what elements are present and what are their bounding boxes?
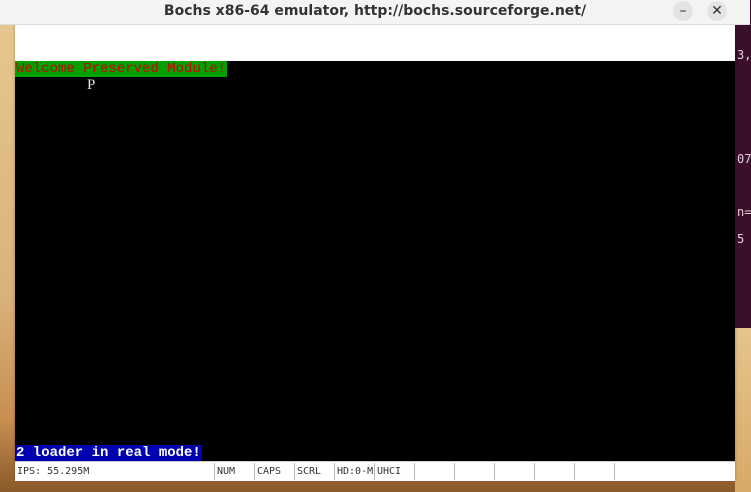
- status-cell-empty: [574, 463, 614, 480]
- welcome-message: Welcome Preserved Module!: [15, 61, 228, 77]
- ips-indicator: IPS: 55.295M: [17, 466, 90, 477]
- scroll-lock-indicator: SCRL: [294, 463, 334, 480]
- terminal-fragment: 5: [737, 232, 745, 246]
- emulator-screen[interactable]: Welcome Preserved Module! P 2 loader in …: [15, 61, 735, 461]
- status-cell-empty: [534, 463, 574, 480]
- hd-indicator: HD:0-M: [334, 463, 374, 480]
- desktop-wallpaper: [735, 328, 751, 492]
- status-bar: IPS: 55.295M NUM CAPS SCRL HD:0-M UHCI: [15, 461, 735, 481]
- num-lock-indicator: NUM: [214, 463, 254, 480]
- minimize-button[interactable]: –: [673, 1, 693, 21]
- caps-lock-indicator: CAPS: [254, 463, 294, 480]
- status-cell-empty: [414, 463, 454, 480]
- toolbar: [15, 25, 735, 62]
- status-cell-empty: [614, 463, 654, 480]
- window-title: Bochs x86-64 emulator, http://bochs.sour…: [163, 3, 587, 19]
- close-button[interactable]: ✕: [707, 1, 727, 21]
- title-bar[interactable]: Bochs x86-64 emulator, http://bochs.sour…: [0, 0, 750, 25]
- background-terminal: 5 3, 07, n= 5: [735, 0, 751, 328]
- uhci-indicator: UHCI: [374, 463, 414, 480]
- terminal-fragment: 07,: [737, 152, 751, 166]
- terminal-fragment: 3,: [737, 48, 751, 62]
- status-cell-empty: [454, 463, 494, 480]
- screen-character: P: [87, 77, 96, 93]
- bochs-window: Bochs x86-64 emulator, http://bochs.sour…: [0, 0, 750, 481]
- status-cell-empty: [494, 463, 534, 480]
- terminal-fragment: n=: [737, 205, 751, 219]
- loader-message: 2 loader in real mode!: [15, 445, 202, 461]
